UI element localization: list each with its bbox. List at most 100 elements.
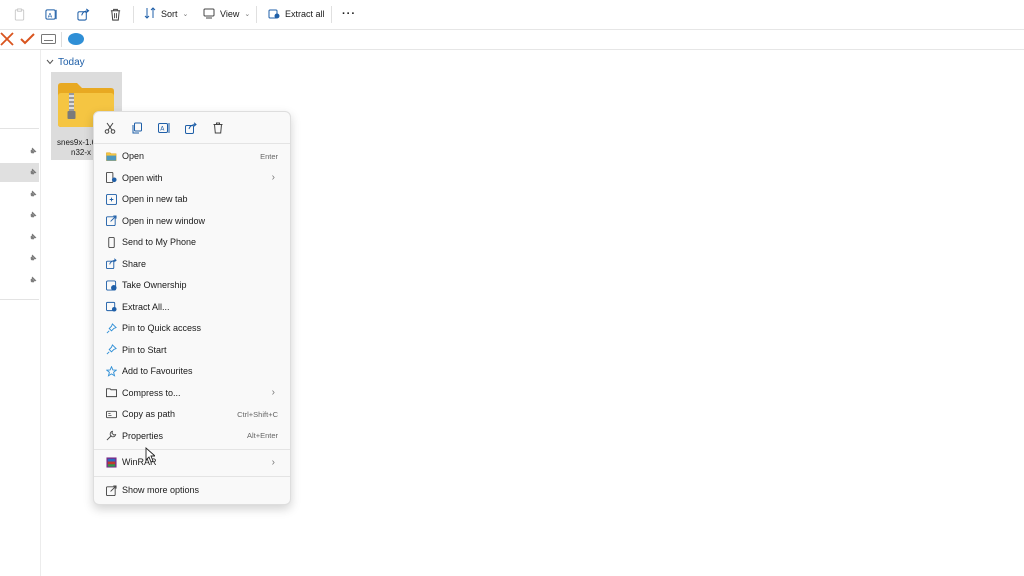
ownership-icon — [105, 279, 117, 291]
toolbar-divider — [133, 6, 134, 23]
extract-icon — [268, 7, 280, 21]
navigation-pane — [0, 50, 41, 576]
group-label: Today — [58, 56, 85, 68]
share-icon[interactable] — [74, 5, 92, 23]
pin-icon — [29, 168, 37, 176]
pin-icon — [29, 233, 37, 241]
view-label: View — [220, 9, 240, 19]
cut-icon[interactable] — [102, 120, 118, 136]
group-header-today[interactable]: Today — [46, 55, 85, 69]
divider — [61, 32, 62, 47]
context-menu: A Open Enter Open with › Open in new tab Open… — [93, 111, 291, 505]
more-options-button[interactable]: ··· — [342, 5, 356, 23]
menu-item-label: Compress to... — [122, 387, 181, 398]
menu-item-send-to-my-phone[interactable]: Send to My Phone — [98, 232, 286, 252]
sidebar-divider — [0, 128, 39, 129]
star-icon — [105, 365, 117, 377]
folder-open-icon — [105, 150, 117, 162]
open-with-icon — [105, 172, 117, 184]
share-icon — [105, 258, 117, 270]
menu-item-label: Add to Favourites — [122, 366, 193, 376]
delete-icon[interactable] — [210, 120, 226, 136]
menu-item-label: Take Ownership — [122, 280, 187, 290]
rename-icon[interactable]: A — [156, 120, 172, 136]
menu-item-label: Share — [122, 258, 147, 269]
menu-item-show-more-options[interactable]: Show more options — [98, 480, 286, 500]
menu-item-open[interactable]: Open Enter — [98, 146, 286, 166]
menu-item-label: Copy as path — [122, 409, 176, 419]
new-window-icon — [105, 215, 117, 227]
copy-path-icon — [105, 408, 117, 420]
menu-separator — [94, 476, 290, 477]
extract-all-button[interactable]: Extract all — [268, 5, 325, 23]
sort-button[interactable]: Sort ⌄ — [144, 5, 188, 23]
menu-item-shortcut: Enter — [260, 151, 278, 161]
chevron-right-icon: › — [271, 172, 275, 183]
sidebar-divider — [0, 299, 39, 300]
chevron-down-icon: ⌄ — [182, 11, 189, 18]
view-button[interactable]: View ⌄ — [203, 5, 250, 23]
paste-icon[interactable] — [10, 5, 28, 23]
pin-icon — [105, 322, 117, 334]
compress-icon — [105, 387, 117, 399]
copy-icon[interactable] — [129, 120, 145, 136]
wrench-icon — [105, 430, 117, 442]
command-bar: A Sort ⌄ View ⌄ Extract all ··· — [0, 0, 1024, 30]
share-icon[interactable] — [183, 120, 199, 136]
pin-icon — [29, 276, 37, 284]
delete-icon[interactable] — [106, 5, 124, 23]
menu-item-label: Show more options — [122, 485, 200, 495]
menu-item-take-ownership[interactable]: Take Ownership — [98, 275, 286, 295]
menu-item-open-with[interactable]: Open with › — [98, 168, 286, 188]
sort-icon — [144, 7, 156, 21]
menu-item-label: Open in new tab — [122, 194, 188, 204]
menu-item-copy-as-path[interactable]: Copy as path Ctrl+Shift+C — [98, 404, 286, 424]
chevron-down-icon — [46, 57, 54, 68]
menu-item-open-in-new-tab[interactable]: Open in new tab — [98, 189, 286, 209]
menu-item-winrar[interactable]: WinRAR › — [98, 452, 286, 472]
menu-separator — [94, 143, 290, 144]
chevron-right-icon: › — [271, 456, 275, 468]
extract-icon — [105, 301, 117, 313]
chevron-down-icon: ⌄ — [244, 11, 251, 18]
menu-item-label: Pin to Start — [122, 344, 167, 355]
svg-text:A: A — [47, 11, 52, 19]
keyboard-icon[interactable] — [41, 34, 56, 44]
pin-icon — [29, 147, 37, 155]
pin-icon — [29, 190, 37, 198]
menu-item-share[interactable]: Share — [98, 254, 286, 274]
menu-item-open-in-new-window[interactable]: Open in new window — [98, 211, 286, 231]
new-tab-icon — [105, 193, 117, 205]
menu-item-properties[interactable]: Properties Alt+Enter — [98, 426, 286, 446]
mouse-cursor-icon — [145, 446, 157, 463]
menu-item-label: Pin to Quick access — [122, 323, 202, 333]
cancel-icon[interactable] — [0, 32, 14, 46]
confirm-icon[interactable] — [20, 32, 35, 46]
menu-item-pin-to-start[interactable]: Pin to Start — [98, 340, 286, 360]
cloud-icon[interactable] — [67, 32, 85, 46]
menu-item-shortcut: Alt+Enter — [246, 431, 278, 440]
secondary-toolbar — [0, 30, 1024, 50]
svg-text:A: A — [160, 126, 165, 133]
pin-icon — [29, 254, 37, 262]
menu-item-label: Open with — [122, 172, 163, 183]
toolbar-divider — [256, 6, 257, 23]
chevron-right-icon: › — [271, 387, 275, 398]
menu-item-compress-to[interactable]: Compress to... › — [98, 383, 286, 403]
menu-item-label: Send to My Phone — [122, 237, 197, 247]
pin-icon — [105, 344, 117, 356]
more-icon: ··· — [342, 8, 356, 20]
menu-item-pin-to-quick-access[interactable]: Pin to Quick access — [98, 318, 286, 338]
menu-item-shortcut: Ctrl+Shift+C — [237, 409, 278, 419]
menu-item-label: Properties — [122, 430, 164, 441]
menu-item-label: Extract All... — [122, 301, 170, 312]
rename-icon[interactable]: A — [42, 5, 60, 23]
menu-item-add-to-favourites[interactable]: Add to Favourites — [98, 361, 286, 381]
menu-separator — [94, 449, 290, 450]
extract-all-label: Extract all — [285, 9, 325, 19]
phone-icon — [105, 236, 117, 248]
more-options-icon — [105, 484, 117, 496]
winrar-icon — [105, 456, 117, 468]
view-icon — [203, 7, 215, 21]
menu-item-extract-all[interactable]: Extract All... — [98, 297, 286, 317]
